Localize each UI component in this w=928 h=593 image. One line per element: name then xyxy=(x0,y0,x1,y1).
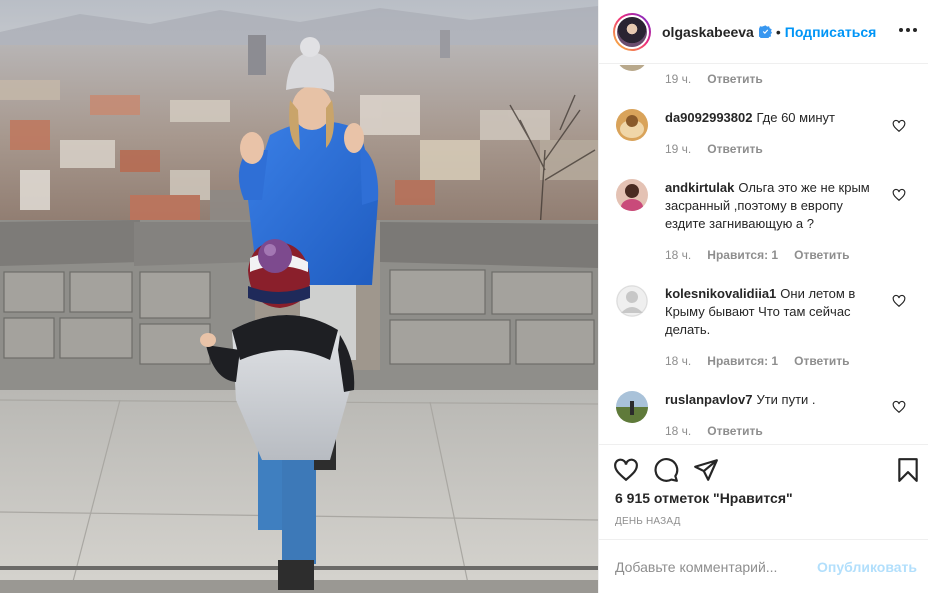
reply-button[interactable]: Ответить xyxy=(794,354,849,368)
comment-avatar[interactable] xyxy=(616,179,648,211)
comment-time: 19 ч. xyxy=(665,72,692,86)
reply-button[interactable]: Ответить xyxy=(707,424,762,438)
share-icon[interactable] xyxy=(693,457,719,483)
likes-count[interactable]: 6 915 отметок "Нравится" xyxy=(615,490,793,506)
comment-time: 18 ч. xyxy=(665,354,692,368)
post-date[interactable]: ДЕНЬ НАЗАД xyxy=(615,516,681,527)
comment-username[interactable]: ruslanpavlov7 xyxy=(665,392,752,407)
author-username[interactable]: olgaskabeeva xyxy=(662,24,754,40)
comment-time: 18 ч. xyxy=(665,248,692,262)
comment-content: Где 60 минут xyxy=(756,110,835,125)
comment-meta: 18 ч. Ответить xyxy=(665,424,763,438)
comments-list[interactable]: 19 ч. Ответить da9092993802 Где 60 минут … xyxy=(599,65,928,444)
comment-username[interactable]: kolesnikovalidiia1 xyxy=(665,286,776,301)
verified-badge-icon xyxy=(758,25,772,38)
comment-text: kolesnikovalidiia1 Они летом в Крыму быва… xyxy=(665,285,885,339)
author-avatar[interactable] xyxy=(613,12,651,51)
more-options-icon[interactable] xyxy=(899,21,917,39)
comment-avatar[interactable] xyxy=(616,391,648,423)
reply-button[interactable]: Ответить xyxy=(707,72,762,86)
comment-time: 19 ч. xyxy=(665,142,692,156)
comment-meta: 19 ч. Ответить xyxy=(665,72,763,86)
comment-icon[interactable] xyxy=(653,457,679,483)
instagram-post: olgaskabeeva • Подписаться 19 ч. Ответит… xyxy=(0,0,928,593)
post-sidebar: olgaskabeeva • Подписаться 19 ч. Ответит… xyxy=(598,0,928,593)
comment-username[interactable]: andkirtulak xyxy=(665,180,734,195)
comment-text: ruslanpavlov7 Ути пути . xyxy=(665,391,885,409)
heart-icon[interactable] xyxy=(892,400,906,414)
post-actions: 6 915 отметок "Нравится" ДЕНЬ НАЗАД xyxy=(599,444,928,539)
comment-meta: 19 ч. Ответить xyxy=(665,142,763,156)
comment-username[interactable]: da9092993802 xyxy=(665,110,752,125)
heart-icon[interactable] xyxy=(892,294,906,308)
heart-icon[interactable] xyxy=(892,188,906,202)
comment-avatar[interactable] xyxy=(616,109,648,141)
comment-text: da9092993802 Где 60 минут xyxy=(665,109,885,127)
comment-meta: 18 ч. Нравится: 1 Ответить xyxy=(665,354,850,368)
follow-button[interactable]: Подписаться xyxy=(785,24,877,40)
comment-likes[interactable]: Нравится: 1 xyxy=(707,248,778,262)
reply-button[interactable]: Ответить xyxy=(794,248,849,262)
post-photo[interactable] xyxy=(0,0,598,593)
bookmark-icon[interactable] xyxy=(895,457,921,483)
comment-input[interactable] xyxy=(615,558,818,575)
publish-button[interactable]: Опубликовать xyxy=(817,559,917,575)
comment-avatar[interactable] xyxy=(616,285,648,317)
heart-icon[interactable] xyxy=(892,119,906,133)
add-comment-bar: Опубликовать xyxy=(599,539,928,593)
comment-avatar[interactable] xyxy=(616,65,648,71)
comment-meta: 18 ч. Нравится: 1 Ответить xyxy=(665,248,850,262)
comment-time: 18 ч. xyxy=(665,424,692,438)
reply-button[interactable]: Ответить xyxy=(707,142,762,156)
post-image xyxy=(0,0,598,593)
comment-content: Ути пути . xyxy=(756,392,816,407)
comment-likes[interactable]: Нравится: 1 xyxy=(707,354,778,368)
header-separator: • xyxy=(775,23,781,40)
post-header: olgaskabeeva • Подписаться xyxy=(599,0,928,64)
comment-text: andkirtulak Ольга это же не крым засранны… xyxy=(665,179,885,233)
heart-icon[interactable] xyxy=(613,457,639,483)
